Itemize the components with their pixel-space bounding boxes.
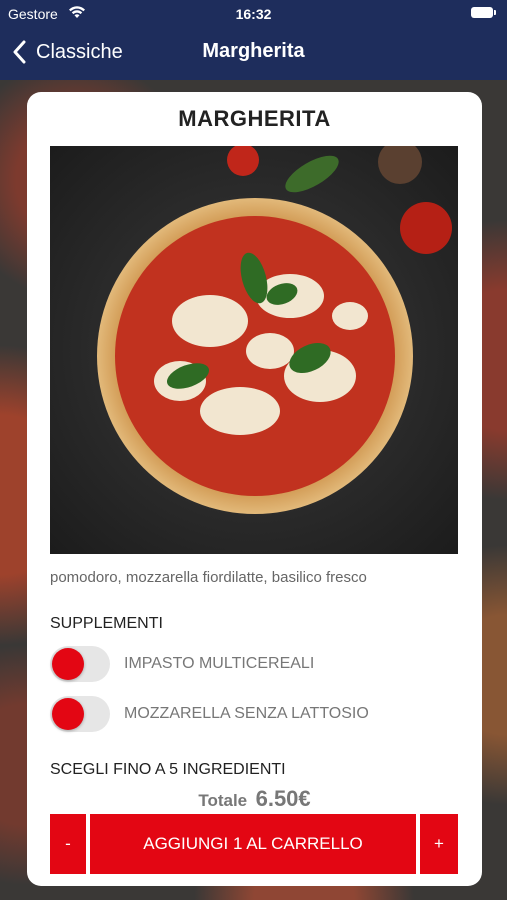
supplement-label: IMPASTO MULTICEREALI: [124, 655, 315, 672]
toggle-knob: [52, 648, 84, 680]
increase-quantity-button[interactable]: +: [420, 814, 458, 874]
battery-icon: [471, 7, 496, 18]
supplement-row-senza-lattosio: MOZZARELLA SENZA LATTOSIO: [50, 695, 369, 733]
decrease-quantity-button[interactable]: -: [50, 814, 86, 874]
supplement-toggle[interactable]: [50, 646, 110, 682]
supplement-toggle[interactable]: [50, 696, 110, 732]
pizza-photo: [50, 146, 458, 554]
product-name: MARGHERITA: [178, 106, 331, 131]
product-card: MARGHERITA pomodoro, mozzarella fiordila…: [27, 92, 482, 886]
add-to-cart-button[interactable]: AGGIUNGI 1 AL CARRELLO: [90, 814, 416, 874]
status-bar: Gestore 16:32: [0, 0, 507, 28]
ingredients-title: SCEGLI FINO A 5 INGREDIENTI: [50, 761, 286, 778]
toggle-knob: [52, 698, 84, 730]
pizza-image: [50, 146, 458, 554]
supplements-title: SUPPLEMENTI: [50, 615, 163, 632]
total-label: Totale: [198, 791, 248, 810]
clock: 16:32: [235, 6, 272, 22]
total-value: 6.50€: [255, 786, 311, 811]
total: Totale 6.50€: [27, 786, 482, 812]
page-title: Margherita: [202, 40, 305, 62]
product-description: pomodoro, mozzarella fiordilatte, basili…: [50, 569, 367, 586]
supplement-row-multicereali: IMPASTO MULTICEREALI: [50, 645, 314, 683]
supplement-label: MOZZARELLA SENZA LATTOSIO: [124, 705, 369, 722]
navigation-bar: Gestore 16:32 Classiche Margherita: [0, 0, 507, 80]
